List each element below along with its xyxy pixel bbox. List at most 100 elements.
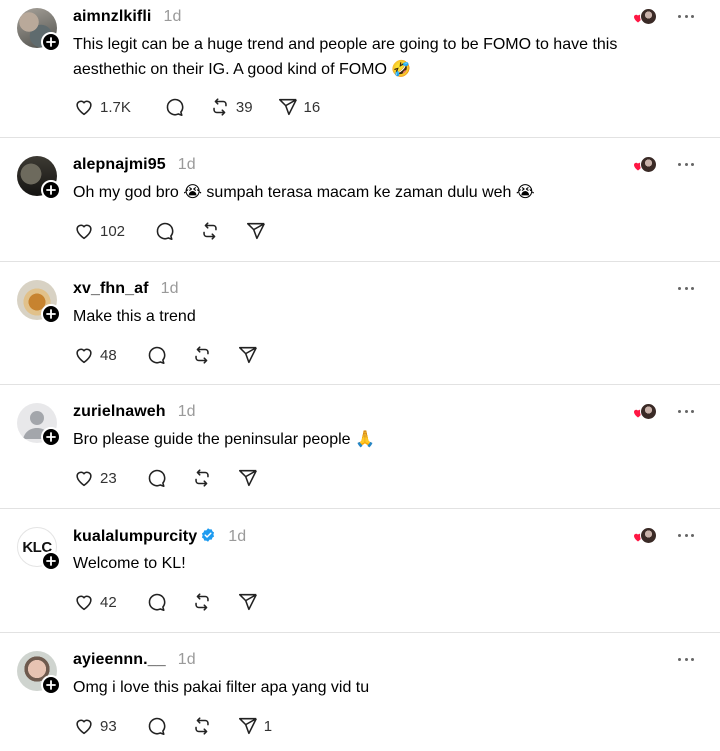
repost-arrows-icon (194, 593, 209, 611)
like-button[interactable]: 48 (73, 344, 117, 366)
share-button[interactable] (237, 467, 259, 489)
reply-text: This legit can be a huge trend and peopl… (73, 36, 618, 78)
author-liked-indicator (632, 527, 658, 547)
like-button[interactable]: 93 (73, 715, 117, 737)
repost-button[interactable] (199, 220, 221, 242)
timestamp[interactable]: 1d (178, 156, 196, 173)
reply-button[interactable] (145, 344, 167, 366)
reply-button[interactable] (145, 715, 167, 737)
action-bar: 1.7K 39 16 (73, 95, 344, 119)
author-liked-indicator (632, 156, 658, 176)
more-horizontal-icon[interactable] (678, 656, 694, 662)
repost-button[interactable]: 39 (209, 96, 253, 118)
reply-button[interactable] (145, 467, 167, 489)
like-button[interactable]: 42 (73, 591, 117, 613)
share-button[interactable]: 16 (277, 96, 321, 118)
timestamp[interactable]: 1d (178, 403, 196, 420)
author-avatar-mini (640, 8, 657, 25)
heart-outline-icon (76, 224, 92, 240)
reply-button[interactable] (163, 96, 185, 118)
heart-outline-icon (76, 471, 92, 487)
share-button[interactable]: 1 (237, 715, 272, 737)
heart-outline-icon (76, 595, 92, 611)
share-button[interactable] (237, 344, 259, 366)
action-bar: 93 1 (73, 714, 296, 738)
follow-plus-icon[interactable] (41, 304, 61, 324)
avatar[interactable]: KLC (17, 527, 61, 571)
like-count: 48 (100, 346, 117, 364)
heart-outline-icon (76, 100, 92, 116)
username-row: xv_fhn_af 1d (73, 280, 179, 298)
avatar[interactable] (17, 156, 61, 200)
reply-text: Welcome to KL! (73, 555, 186, 572)
more-horizontal-icon[interactable] (678, 161, 694, 167)
reply-button[interactable] (153, 220, 175, 242)
author-avatar-mini (640, 403, 657, 420)
repost-button[interactable] (191, 591, 213, 613)
send-paper-plane-icon (238, 593, 257, 611)
share-button[interactable] (245, 220, 267, 242)
follow-plus-icon[interactable] (41, 675, 61, 695)
like-button[interactable]: 1.7K (73, 96, 131, 118)
username[interactable]: ayieennn.__ (73, 651, 166, 668)
repost-arrows-icon (194, 346, 209, 364)
reply-text: Bro please guide the peninsular people 🙏 (73, 431, 375, 448)
author-liked-indicator (632, 403, 658, 423)
repost-arrows-icon (213, 98, 227, 116)
replies-feed: aimnzlkifli 1d This legit can be a huge t… (0, 0, 720, 751)
timestamp[interactable]: 1d (228, 528, 246, 545)
like-button[interactable]: 102 (73, 220, 125, 242)
username-row: alepnajmi95 1d (73, 156, 196, 174)
timestamp[interactable]: 1d (161, 280, 179, 297)
repost-button[interactable] (191, 715, 213, 737)
action-bar: 23 (73, 466, 283, 490)
timestamp[interactable]: 1d (163, 8, 181, 25)
avatar[interactable] (17, 651, 61, 695)
more-horizontal-icon[interactable] (678, 285, 694, 291)
username[interactable]: aimnzlkifli (73, 8, 151, 25)
follow-plus-icon[interactable] (41, 427, 61, 447)
follow-plus-icon[interactable] (41, 32, 61, 52)
more-horizontal-icon[interactable] (678, 532, 694, 538)
like-button[interactable]: 23 (73, 467, 117, 489)
username-row: kualalumpurcity 1d (73, 527, 246, 546)
reply-post: KLC kualalumpurcity 1d Welcome to KL! 42 (0, 509, 720, 632)
repost-button[interactable] (191, 344, 213, 366)
avatar[interactable] (17, 403, 61, 447)
username[interactable]: alepnajmi95 (73, 156, 166, 173)
reply-post: xv_fhn_af 1d Make this a trend 48 (0, 262, 720, 384)
comment-bubble-icon (166, 98, 184, 117)
reply-text: Omg i love this pakai filter apa yang vi… (73, 679, 370, 696)
avatar[interactable] (17, 8, 61, 52)
username-row: zurielnaweh 1d (73, 403, 196, 421)
like-count: 93 (100, 717, 117, 735)
avatar[interactable] (17, 280, 61, 324)
reply-text: Oh my god bro 😭 sumpah terasa macam ke z… (73, 184, 535, 201)
repost-arrows-icon (194, 717, 209, 735)
author-liked-indicator (632, 8, 658, 28)
follow-plus-icon[interactable] (41, 551, 61, 571)
like-count: 1.7K (100, 98, 131, 116)
share-button[interactable] (237, 591, 259, 613)
heart-outline-icon (76, 719, 92, 735)
author-avatar-mini (640, 527, 657, 544)
more-horizontal-icon[interactable] (678, 408, 694, 414)
action-bar: 102 (73, 219, 291, 243)
share-count: 16 (303, 98, 321, 116)
action-bar: 48 (73, 343, 283, 367)
reply-button[interactable] (145, 591, 167, 613)
username[interactable]: zurielnaweh (73, 403, 166, 420)
timestamp[interactable]: 1d (178, 651, 196, 668)
reply-post: aimnzlkifli 1d This legit can be a huge t… (0, 0, 720, 137)
more-horizontal-icon[interactable] (678, 13, 694, 19)
reply-post: zurielnaweh 1d Bro please guide the penin… (0, 385, 720, 508)
repost-arrows-icon (194, 469, 209, 487)
follow-plus-icon[interactable] (41, 180, 61, 200)
username[interactable]: kualalumpurcity (73, 528, 197, 545)
verified-badge-icon (202, 528, 215, 542)
send-paper-plane-icon (238, 346, 257, 364)
like-count: 23 (100, 469, 117, 487)
username[interactable]: xv_fhn_af (73, 280, 149, 297)
author-avatar-mini (640, 156, 657, 173)
repost-button[interactable] (191, 467, 213, 489)
